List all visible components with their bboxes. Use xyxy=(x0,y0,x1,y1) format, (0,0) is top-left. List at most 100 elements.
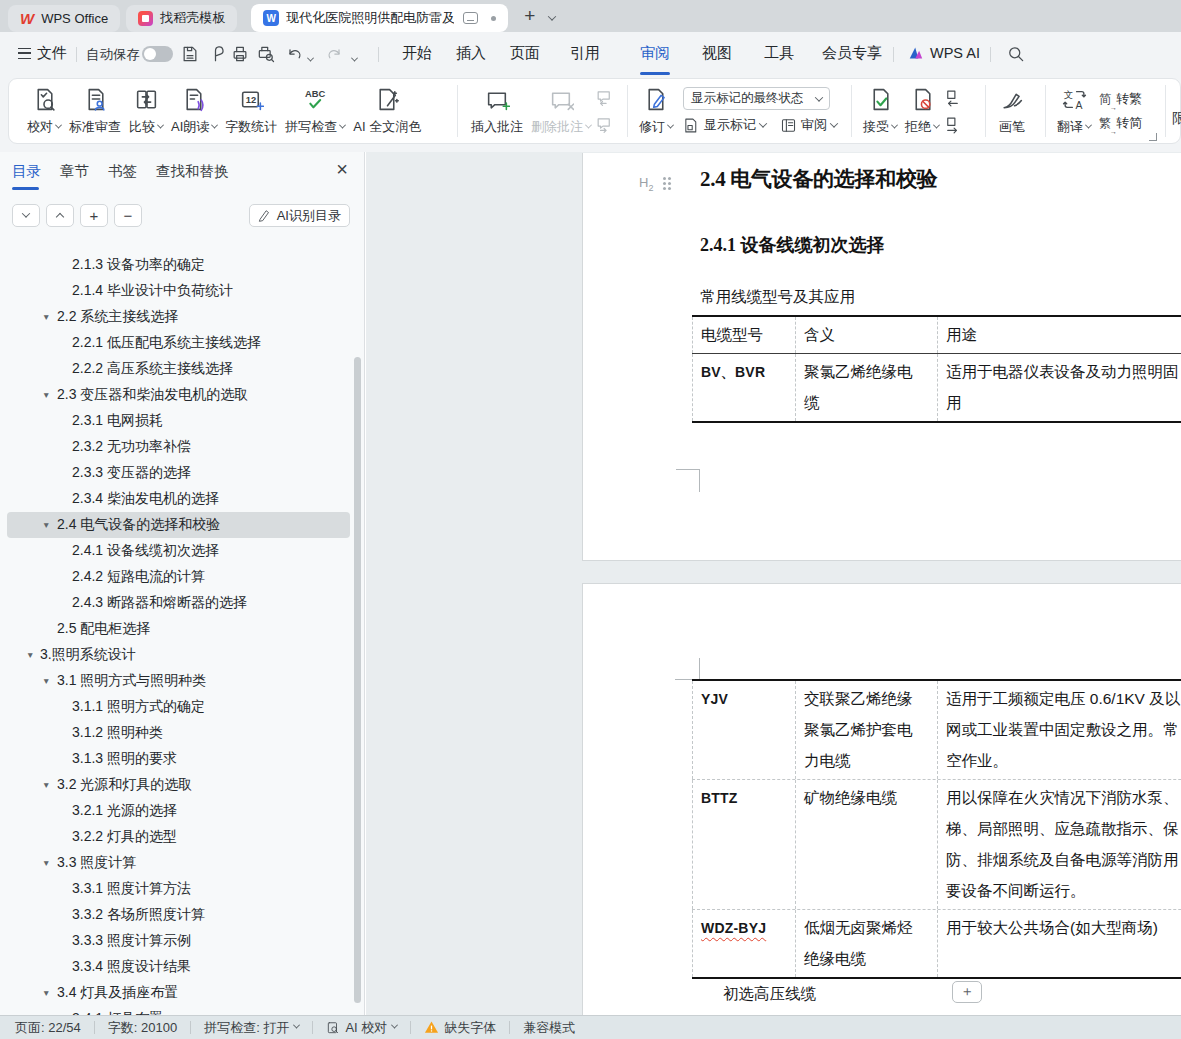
status-page[interactable]: 页面: 22/54 xyxy=(15,1019,81,1037)
save-icon[interactable] xyxy=(180,44,200,64)
spell-check-button[interactable]: ABC 拼写检查 xyxy=(281,86,349,136)
accept-button[interactable]: 接受 xyxy=(859,86,901,136)
collapse-triangle-icon[interactable]: ▼ xyxy=(42,780,50,790)
toc-item[interactable]: ▼3.1 照明方式与照明种类 xyxy=(0,668,350,694)
status-spellcheck[interactable]: 拼写检查: 打开 xyxy=(204,1019,299,1037)
menu-file[interactable]: 文件 xyxy=(37,44,67,63)
outline-expand-button[interactable]: + xyxy=(80,204,108,227)
translate-button[interactable]: 文A 翻译 xyxy=(1053,86,1095,136)
toc-item[interactable]: ▼2.4 电气设备的选择和校验 xyxy=(0,512,350,538)
toc-item[interactable]: 3.2.2 灯具的选型 xyxy=(0,824,350,850)
traditional-to-simplified-button[interactable]: 繁 转简 xyxy=(1099,113,1142,133)
toc-item[interactable]: 3.1.1 照明方式的确定 xyxy=(0,694,350,720)
undo-chevron-icon[interactable] xyxy=(308,50,313,65)
toc-item[interactable]: 3.1.2 照明种类 xyxy=(0,720,350,746)
document-page-1[interactable]: H2 2.4 电气设备的选择和校验 2.4.1 设备线缆初次选择 常用线缆型号及… xyxy=(582,153,1181,561)
redo-history-chevron-icon[interactable] xyxy=(352,50,357,65)
brush-button[interactable]: 画笔 xyxy=(995,86,1029,136)
menu-插入[interactable]: 插入 xyxy=(456,44,486,63)
toc-item[interactable]: ▼3.4 灯具及插座布置 xyxy=(0,980,350,1006)
status-words[interactable]: 字数: 20100 xyxy=(108,1019,177,1037)
toc-item[interactable]: ▼2.3 变压器和柴油发电机的选取 xyxy=(0,382,350,408)
proofread-button[interactable]: 校对 xyxy=(23,86,65,136)
tab-docer-templates[interactable]: 找稻壳模板 xyxy=(126,5,237,32)
toc-item[interactable]: 2.4.2 短路电流的计算 xyxy=(0,564,350,590)
toc-item[interactable]: 2.3.1 电网损耗 xyxy=(0,408,350,434)
sidebar-scrollbar[interactable] xyxy=(354,357,361,1003)
markup-state-dropdown[interactable]: 显示标记的最终状态 xyxy=(683,87,830,110)
search-icon[interactable] xyxy=(1006,44,1026,64)
collapse-triangle-icon[interactable]: ▼ xyxy=(26,650,34,660)
toc-item[interactable]: 3.3.4 照度设计结果 xyxy=(0,954,350,980)
toc-item[interactable]: 2.5 配电柜选择 xyxy=(0,616,350,642)
standard-review-button[interactable]: 标准审查 xyxy=(65,86,125,136)
toc-item[interactable]: 3.3.3 照度计算示例 xyxy=(0,928,350,954)
reject-button[interactable]: 拒绝 xyxy=(901,86,943,136)
toc-item[interactable]: 2.2.2 高压系统主接线选择 xyxy=(0,356,350,382)
toc-item[interactable]: 2.1.3 设备功率的确定 xyxy=(0,252,350,278)
collapse-triangle-icon[interactable]: ▼ xyxy=(42,390,50,400)
collapse-triangle-icon[interactable]: ▼ xyxy=(42,520,50,530)
sidebar-tab-contents[interactable]: 目录 xyxy=(12,162,41,181)
collapse-triangle-icon[interactable]: ▼ xyxy=(42,676,50,686)
toc-item[interactable]: 2.1.4 毕业设计中负荷统计 xyxy=(0,278,350,304)
show-markup-button[interactable]: 显示标记 xyxy=(683,116,766,134)
insert-row-button[interactable]: ＋ xyxy=(952,981,982,1003)
outline-collapse-button[interactable]: − xyxy=(114,204,142,227)
toc-item[interactable]: 2.3.4 柴油发电机的选择 xyxy=(0,486,350,512)
toc-item[interactable]: 2.4.3 断路器和熔断器的选择 xyxy=(0,590,350,616)
menu-会员专享[interactable]: 会员专享 xyxy=(822,44,882,63)
outline-next-button[interactable] xyxy=(12,204,40,227)
collapse-triangle-icon[interactable]: ▼ xyxy=(42,858,50,868)
previous-change-icon[interactable] xyxy=(943,88,962,107)
next-change-icon[interactable] xyxy=(943,115,962,134)
restrict-edit-button[interactable]: 限 xyxy=(1172,110,1181,128)
hamburger-icon[interactable] xyxy=(18,48,31,59)
menu-开始[interactable]: 开始 xyxy=(402,44,432,63)
menu-引用[interactable]: 引用 xyxy=(570,44,600,63)
new-tab-button[interactable]: + xyxy=(524,5,535,27)
toc-item[interactable]: ▼3.2 光源和灯具的选取 xyxy=(0,772,350,798)
status-missing-font[interactable]: 缺失字体 xyxy=(424,1019,496,1037)
toc-item[interactable]: 2.4.1 设备线缆初次选择 xyxy=(0,538,350,564)
document-page-2[interactable]: YJV交联聚乙烯绝缘聚氯乙烯护套电力电缆适用于工频额定电压 0.6/1KV 及以… xyxy=(582,583,1181,1015)
toc-item[interactable]: 3.1.3 照明的要求 xyxy=(0,746,350,772)
sidebar-close-icon[interactable]: × xyxy=(336,158,348,181)
autosave-toggle[interactable] xyxy=(142,46,173,62)
toc-item[interactable]: 2.2.1 低压配电系统主接线选择 xyxy=(0,330,350,356)
status-ai-proof[interactable]: AI 校对 xyxy=(326,1019,397,1037)
undo-icon[interactable] xyxy=(285,44,305,64)
drag-handle-icon[interactable] xyxy=(663,177,666,180)
ai-outline-button[interactable]: AI识别目录 xyxy=(249,204,350,227)
tab-wps-office[interactable]: W WPS Office xyxy=(8,5,120,32)
toc-item[interactable]: ▼3.照明系统设计 xyxy=(0,642,350,668)
redo-icon[interactable] xyxy=(324,44,344,64)
tab-document[interactable]: W 现代化医院照明供配电防雷及 xyxy=(251,4,508,32)
outline-prev-button[interactable] xyxy=(46,204,74,227)
word-count-button[interactable]: 12 字数统计 xyxy=(221,86,281,136)
print-preview-icon[interactable] xyxy=(256,44,276,64)
next-comment-icon[interactable] xyxy=(595,115,614,134)
menu-页面[interactable]: 页面 xyxy=(510,44,540,63)
toc-item[interactable]: 2.3.3 变压器的选择 xyxy=(0,460,350,486)
sidebar-tab-find-replace[interactable]: 查找和替换 xyxy=(156,162,229,181)
previous-comment-icon[interactable] xyxy=(595,88,614,107)
group-expand-icon[interactable] xyxy=(1149,133,1157,141)
sidebar-tab-bookmarks[interactable]: 书签 xyxy=(108,162,137,181)
menu-工具[interactable]: 工具 xyxy=(764,44,794,63)
ai-read-button[interactable]: AI朗读 xyxy=(167,86,221,136)
ai-polish-button[interactable]: AI 全文润色 xyxy=(349,86,425,136)
menu-视图[interactable]: 视图 xyxy=(702,44,732,63)
sidebar-tab-chapters[interactable]: 章节 xyxy=(60,162,89,181)
toc-item[interactable]: 3.3.2 各场所照度计算 xyxy=(0,902,350,928)
print-icon[interactable] xyxy=(230,44,250,64)
toc-item[interactable]: 2.3.2 无功功率补偿 xyxy=(0,434,350,460)
tab-list-chevron-icon[interactable] xyxy=(549,7,555,25)
save-as-icon[interactable] xyxy=(208,44,228,64)
insert-comment-button[interactable]: 插入批注 xyxy=(467,86,527,136)
toc-item[interactable]: ▼2.2 系统主接线选择 xyxy=(0,304,350,330)
menu-wps-ai[interactable]: WPS AI xyxy=(908,45,980,61)
menu-审阅[interactable]: 审阅 xyxy=(640,44,670,63)
review-pane-button[interactable]: 审阅 xyxy=(780,116,837,134)
toc-item[interactable]: ▼3.3 照度计算 xyxy=(0,850,350,876)
